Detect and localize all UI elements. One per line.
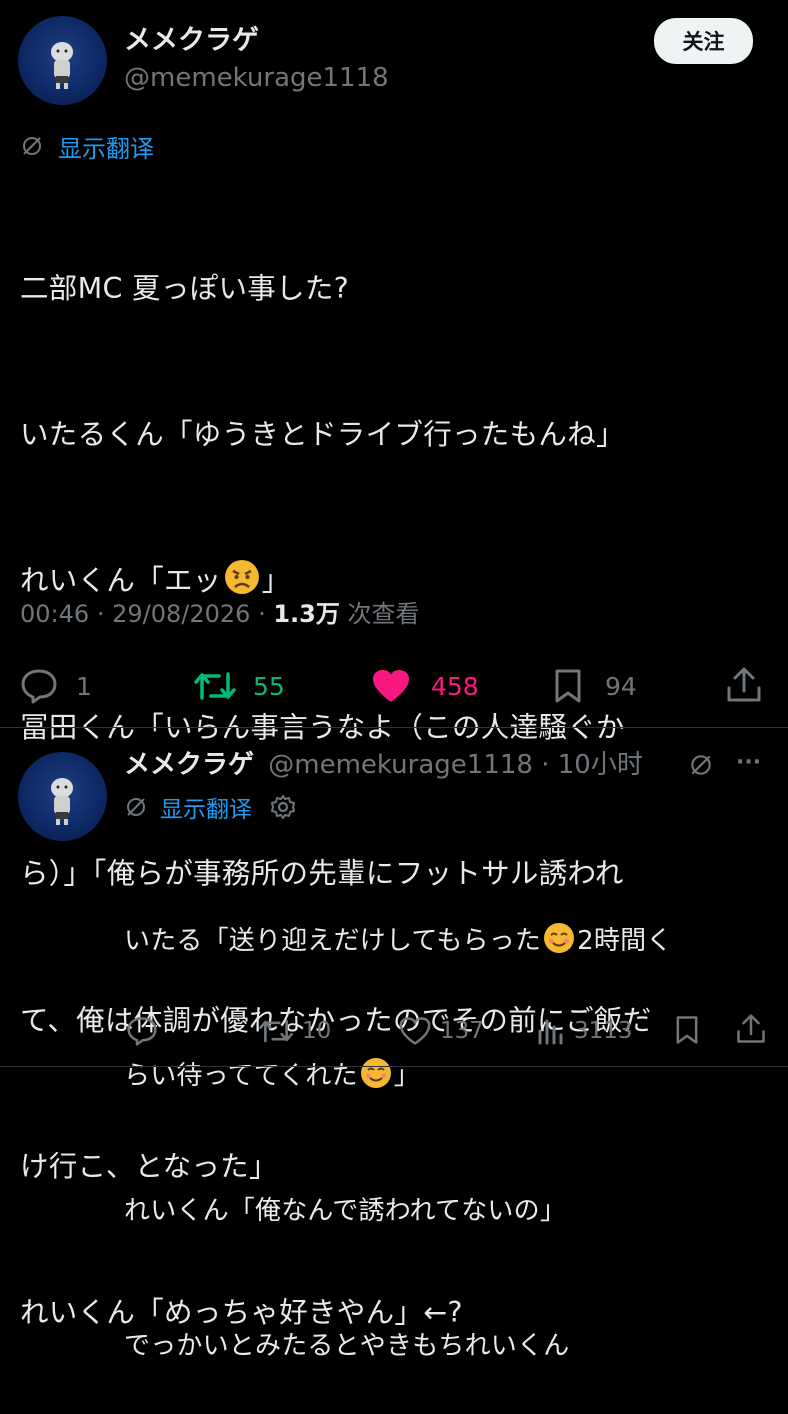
retweet-button[interactable]: 55 [193, 666, 285, 706]
author-handle[interactable]: @memekurage1118 [124, 62, 389, 94]
bookmark-button[interactable]: 94 [553, 666, 637, 706]
like-count: 458 [431, 671, 479, 701]
translate-globe-icon [127, 798, 145, 816]
reply-display-name[interactable]: メメクラゲ [124, 750, 254, 780]
reply-handle[interactable]: @memekurage1118 [268, 750, 533, 780]
share-button[interactable] [726, 666, 762, 708]
reply-line: でっかいとみたるとやきもちれいくん [124, 1331, 570, 1361]
reply-views-count: 3113 [574, 1018, 633, 1044]
tweet-meta: 00:46 · 29/08/2026 · 1.3万 次查看 [20, 597, 420, 631]
reply-body: いたる「送り迎えだけしてもらった 2時間く らい待っててくれた 」 れいくん「俺… [124, 829, 784, 1414]
heart-filled-icon [373, 670, 409, 702]
like-button[interactable]: 458 [371, 666, 479, 706]
reply-views-button[interactable]: 3113 [536, 1015, 633, 1047]
views-count: 1.3万 [273, 600, 340, 628]
reply-header: メメクラゲ @memekurage1118 · 10小时 [124, 748, 643, 782]
translate-globe-icon [691, 755, 711, 775]
translate-link[interactable]: 显示翻译 [20, 129, 154, 164]
reply-translate-toggle[interactable] [688, 752, 714, 782]
reply-bubble-icon [21, 669, 57, 704]
bookmark-count: 94 [605, 671, 637, 701]
avatar-figure-icon [51, 778, 73, 825]
reply-retweet-count: 10 [302, 1018, 332, 1044]
settings-gear-icon[interactable] [270, 794, 296, 820]
smiling-face-emoji-icon [544, 923, 575, 953]
tweet-date[interactable]: 29/08/2026 [112, 600, 250, 628]
reply-line-text: いたる「送り迎えだけしてもらった [124, 926, 542, 956]
views-label: 次查看 [347, 600, 420, 628]
retweet-icon [194, 672, 236, 700]
reply-reply-button[interactable] [126, 1015, 158, 1047]
bookmark-icon [676, 1016, 698, 1044]
views-bar-chart-icon [538, 1019, 563, 1045]
avatar-figure-icon [51, 42, 73, 89]
smiling-face-emoji-icon [360, 1058, 391, 1088]
reply-line: らい待っててくれた 」 [124, 1054, 784, 1099]
translate-globe-icon [23, 137, 41, 155]
reply-author-avatar[interactable] [18, 752, 107, 841]
tweet-time[interactable]: 00:46 [20, 600, 89, 628]
translate-label[interactable]: 显示翻译 [160, 790, 252, 824]
reply-count: 1 [76, 671, 92, 701]
angry-face-emoji-icon [224, 560, 259, 595]
author-avatar[interactable] [18, 16, 107, 105]
share-icon [727, 667, 761, 702]
tweet-line: 二部MC 夏っぽい事した? [20, 271, 350, 305]
heart-outline-icon [399, 1017, 431, 1045]
meta-separator: · [96, 600, 105, 628]
bottom-divider [0, 1066, 788, 1067]
reply-time[interactable]: 10小时 [558, 750, 643, 780]
reply-like-count: 137 [440, 1018, 484, 1044]
reply-retweet-button[interactable]: 10 [258, 1015, 331, 1047]
retweet-count: 55 [253, 671, 285, 701]
reply-like-button[interactable]: 137 [398, 1015, 484, 1047]
tweet-line: いたるくん「ゆうきとドライブ行ったもんね」 [20, 417, 625, 451]
meta-separator: · [541, 750, 550, 780]
share-icon [737, 1014, 765, 1043]
author-display-name[interactable]: メメクラゲ [124, 24, 259, 58]
retweet-icon [259, 1019, 293, 1043]
reply-button[interactable]: 1 [20, 666, 92, 706]
tweet-line-text: れいくん「エッ [20, 564, 222, 598]
translate-label[interactable]: 显示翻译 [58, 129, 154, 164]
reply-line: いたる「送り迎えだけしてもらった 2時間く [124, 919, 784, 964]
tweet-divider [0, 727, 788, 728]
bookmark-icon [555, 669, 581, 703]
follow-button[interactable]: 关注 [654, 18, 753, 64]
reply-line: れいくん「俺なんで誘われてないの」 [124, 1196, 567, 1226]
tweet-line-text: 」 [261, 564, 291, 598]
meta-separator: · [258, 600, 266, 628]
reply-bookmark-button[interactable] [674, 1015, 700, 1049]
reply-line-text: 2時間く [577, 926, 673, 956]
reply-share-button[interactable] [736, 1013, 766, 1049]
reply-bubble-icon [127, 1017, 157, 1046]
tweet-line: 冨田くん「いらん事言うなよ（この人達騒ぐか [20, 710, 625, 744]
reply-translate-link[interactable]: 显示翻译 [124, 790, 296, 824]
more-options-button[interactable]: ··· [736, 748, 761, 778]
